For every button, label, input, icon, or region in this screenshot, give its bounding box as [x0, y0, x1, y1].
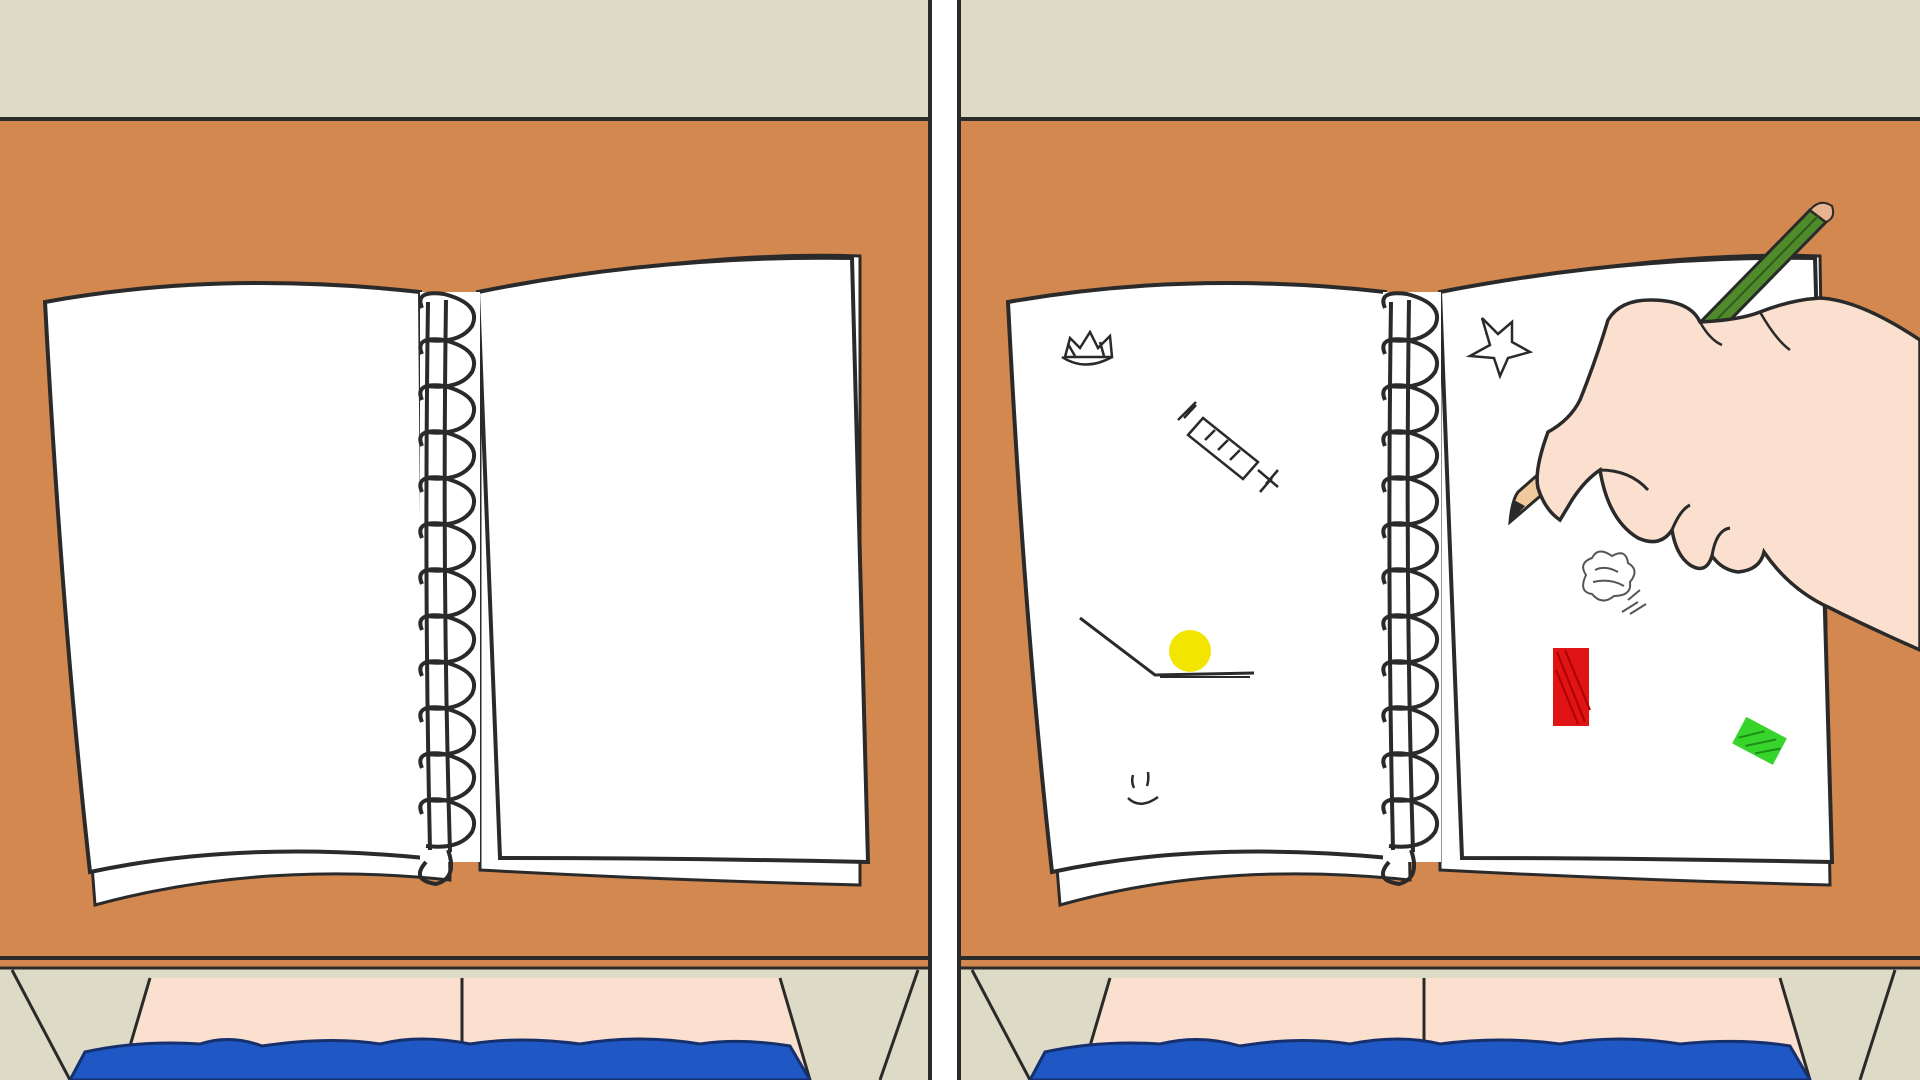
right-page — [475, 255, 871, 865]
skirt — [1028, 1037, 1812, 1080]
left-page — [42, 281, 428, 875]
comic-two-panel-scene — [0, 0, 1920, 1080]
notebook-blank — [42, 253, 871, 907]
skirt — [68, 1037, 812, 1080]
yellow-ball — [1169, 630, 1211, 672]
panel-divider — [928, 0, 961, 1080]
panel-right — [961, 0, 1920, 1080]
panel-left — [0, 0, 928, 1080]
red-block — [1553, 648, 1591, 726]
left-page — [1005, 281, 1393, 875]
